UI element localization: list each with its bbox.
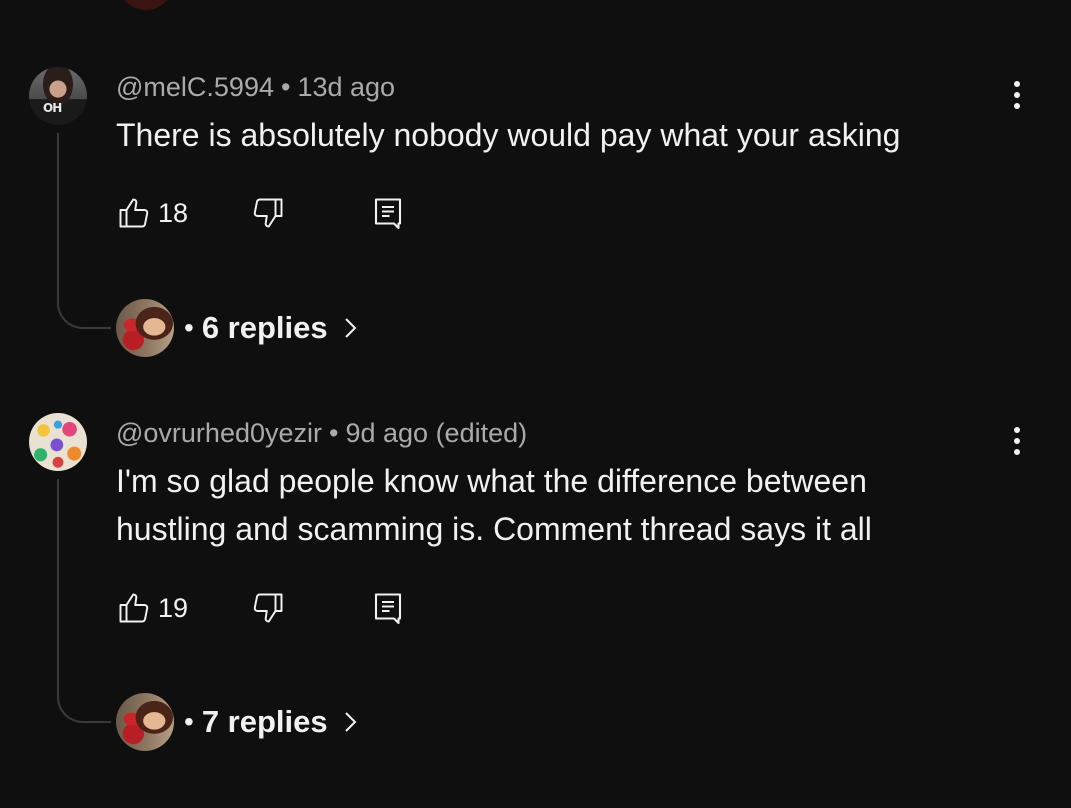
comment-meta: @ovrurhed0yezir • 9d ago (edited) bbox=[116, 418, 528, 448]
comment-handle[interactable]: @ovrurhed0yezir bbox=[116, 418, 322, 448]
like-count: 18 bbox=[158, 197, 189, 228]
thumbs-up-icon bbox=[119, 198, 149, 228]
dislike-button[interactable] bbox=[250, 193, 286, 233]
comment-time: 13d ago bbox=[297, 72, 396, 102]
commenter-avatar[interactable]: OH bbox=[29, 67, 87, 125]
comment-text: I'm so glad people know what the differe… bbox=[116, 463, 872, 547]
reply-button[interactable] bbox=[370, 193, 406, 233]
thread-line bbox=[57, 479, 111, 723]
comment-reply-icon bbox=[374, 593, 402, 625]
commenter-avatar[interactable] bbox=[29, 413, 87, 471]
comment-item: OH @melC.5994 • 13d ago There is absolutel… bbox=[0, 67, 1071, 367]
thumbs-down-icon bbox=[253, 593, 283, 623]
comment-text: There is absolutely nobody would pay wha… bbox=[116, 117, 901, 153]
replies-count-label: 7 replies bbox=[201, 704, 328, 739]
reply-button[interactable] bbox=[370, 588, 406, 628]
view-replies-button[interactable]: • 6 replies bbox=[116, 298, 362, 358]
comment-handle[interactable]: @melC.5994 bbox=[116, 72, 274, 102]
partial-avatar[interactable] bbox=[118, 0, 174, 10]
chevron-right-icon bbox=[344, 318, 357, 338]
thumbs-up-icon bbox=[119, 593, 149, 623]
dislike-button[interactable] bbox=[250, 588, 286, 628]
like-count: 19 bbox=[158, 592, 189, 623]
thumbs-down-icon bbox=[253, 198, 283, 228]
more-vertical-icon bbox=[1014, 427, 1020, 433]
more-vertical-icon bbox=[1014, 81, 1020, 87]
more-options-button[interactable] bbox=[1002, 75, 1032, 115]
like-button[interactable]: 19 bbox=[116, 588, 188, 628]
comment-time: 9d ago bbox=[345, 418, 429, 448]
comment-meta: @melC.5994 • 13d ago bbox=[116, 72, 396, 102]
reply-author-avatar bbox=[116, 299, 174, 357]
edited-label: (edited) bbox=[435, 418, 528, 448]
like-button[interactable]: 18 bbox=[116, 193, 188, 233]
comment-reply-icon bbox=[374, 198, 402, 230]
comment-item: @ovrurhed0yezir • 9d ago (edited) I'm so g… bbox=[0, 413, 1071, 773]
replies-count-label: 6 replies bbox=[201, 310, 328, 345]
view-replies-button[interactable]: • 7 replies bbox=[116, 692, 362, 752]
more-options-button[interactable] bbox=[1002, 421, 1032, 461]
thread-line bbox=[57, 133, 111, 329]
chevron-right-icon bbox=[344, 712, 357, 732]
avatar-shirt-text: OH bbox=[43, 101, 62, 115]
reply-author-avatar bbox=[116, 693, 174, 751]
